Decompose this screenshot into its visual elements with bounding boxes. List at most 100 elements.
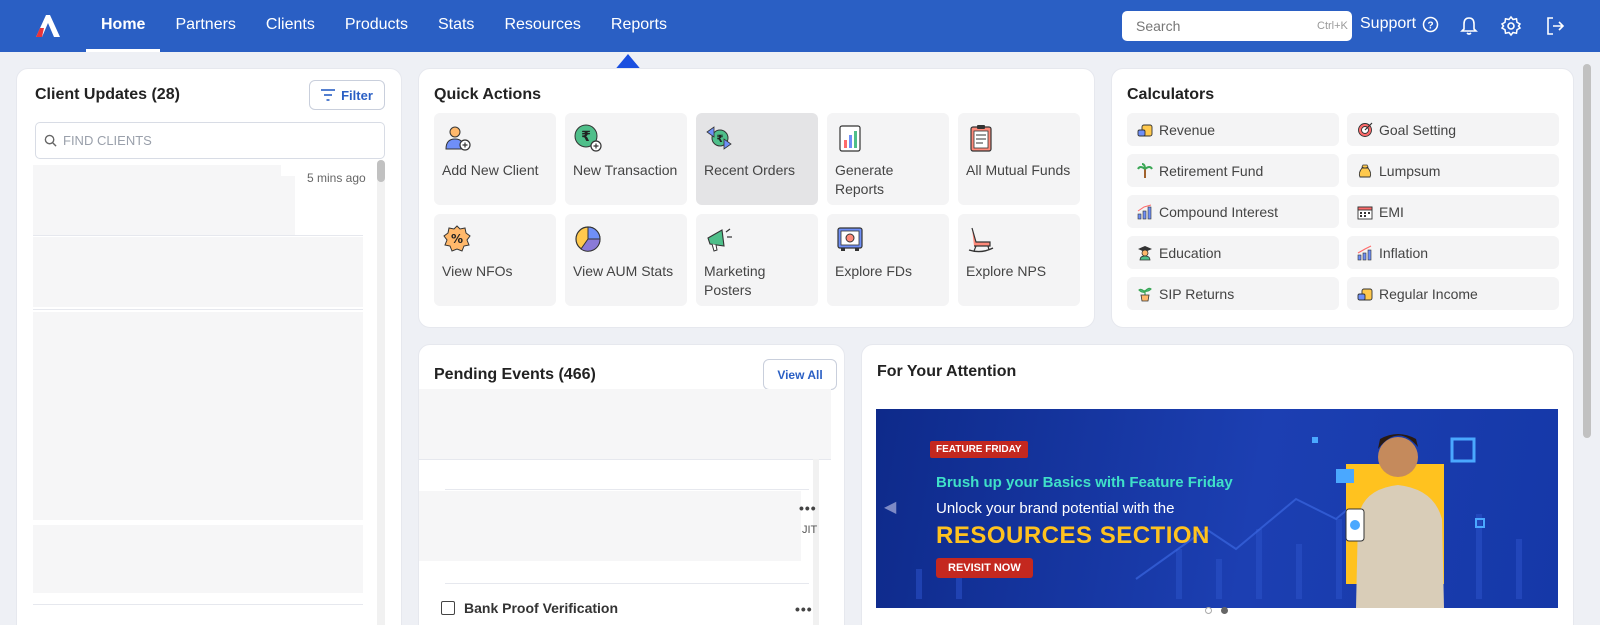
gear-icon[interactable]: [1500, 15, 1522, 37]
safe-vault-icon: [837, 227, 863, 251]
qa-add-new-client[interactable]: Add New Client: [434, 113, 556, 205]
svg-text:₹: ₹: [717, 134, 724, 145]
promo-banner[interactable]: FEATURE FRIDAY Brush up your Basics with…: [876, 409, 1558, 608]
pending-scrollbar[interactable]: [813, 459, 819, 625]
graduate-icon: [1138, 245, 1152, 260]
calc-label: Regular Income: [1379, 285, 1478, 302]
bell-icon[interactable]: [1458, 15, 1480, 37]
divider: [33, 309, 363, 310]
calc-emi[interactable]: EMI: [1347, 195, 1559, 228]
calc-goal-setting[interactable]: Goal Setting: [1347, 113, 1559, 146]
feature-friday-badge: FEATURE FRIDAY: [930, 441, 1028, 458]
event-checkbox[interactable]: [441, 601, 455, 615]
calc-regular-income[interactable]: Regular Income: [1347, 277, 1559, 310]
qa-generate-reports[interactable]: Generate Reports: [827, 113, 949, 205]
clipboard-icon: [970, 125, 992, 152]
find-clients-field[interactable]: [35, 122, 385, 159]
support-link[interactable]: Support ?: [1360, 15, 1439, 33]
exchange-money-icon: ₹: [706, 126, 732, 150]
qa-explore-nps[interactable]: Explore NPS: [958, 214, 1080, 306]
calc-label: Compound Interest: [1159, 203, 1279, 220]
qa-label: Marketing Posters: [704, 263, 766, 298]
qa-recent-orders[interactable]: ₹ Recent Orders: [696, 113, 818, 205]
calc-compound-interest[interactable]: Compound Interest: [1127, 195, 1339, 228]
qa-label: Recent Orders: [704, 162, 796, 178]
percent-badge-icon: %: [443, 225, 471, 252]
calc-inflation[interactable]: Inflation: [1347, 236, 1559, 269]
qa-all-mutual-funds[interactable]: All Mutual Funds: [958, 113, 1080, 205]
calc-retirement-fund[interactable]: Retirement Fund: [1127, 154, 1339, 187]
divider: [33, 235, 363, 236]
brand-logo[interactable]: [34, 13, 62, 37]
more-options-icon[interactable]: •••: [795, 601, 813, 617]
banner-subheadline: Unlock your brand potential with the: [936, 500, 1175, 517]
client-list-scrollbar[interactable]: [377, 160, 385, 625]
calc-lumpsum[interactable]: Lumpsum: [1347, 154, 1559, 187]
target-icon: [1358, 122, 1373, 137]
banner-emphasis: RESOURCES SECTION: [936, 522, 1210, 549]
main-nav: Home Partners Clients Products Stats Res…: [86, 0, 682, 52]
logout-icon[interactable]: [1544, 15, 1566, 37]
report-chart-icon: [839, 125, 861, 152]
nav-products[interactable]: Products: [330, 0, 423, 52]
coins-stack-icon: [1357, 288, 1373, 300]
nav-resources[interactable]: Resources: [489, 0, 595, 52]
calc-label: EMI: [1379, 203, 1404, 220]
calc-label: Inflation: [1379, 244, 1429, 261]
calc-education[interactable]: Education: [1127, 236, 1339, 269]
calc-label: Lumpsum: [1379, 162, 1441, 179]
nav-home[interactable]: Home: [86, 0, 161, 52]
qa-label: Explore FDs: [835, 263, 913, 279]
svg-text:?: ?: [1427, 20, 1433, 31]
bar-growth-icon: [1137, 204, 1152, 219]
global-search[interactable]: Ctrl+K: [1122, 11, 1352, 41]
calc-label: SIP Returns: [1159, 285, 1235, 302]
list-item[interactable]: [33, 525, 363, 593]
nav-clients[interactable]: Clients: [251, 0, 330, 52]
calc-sip-returns[interactable]: SIP Returns: [1127, 277, 1339, 310]
more-options-icon[interactable]: •••: [799, 500, 817, 516]
view-all-button[interactable]: View All: [763, 359, 837, 390]
add-user-icon: [445, 126, 471, 151]
calendar-icon: [1357, 206, 1373, 219]
client-list-scroll-thumb[interactable]: [377, 160, 385, 182]
list-item[interactable]: [33, 237, 363, 307]
pie-chart-icon: [575, 226, 601, 252]
calculators-panel: Calculators Revenue Goal Setting Retirem…: [1111, 68, 1574, 328]
revisit-now-button[interactable]: REVISIT NOW: [936, 558, 1033, 578]
nav-reports[interactable]: Reports: [596, 0, 682, 52]
pending-events-panel: Pending Events (466) View All ••• JIT Ba…: [418, 344, 845, 625]
search-icon: [44, 134, 57, 147]
client-updates-title: Client Updates (28): [35, 86, 180, 103]
palm-tree-icon: [1137, 162, 1153, 178]
qa-label: View AUM Stats: [573, 263, 674, 279]
qa-new-transaction[interactable]: ₹ New Transaction: [565, 113, 687, 205]
carousel-prev-icon[interactable]: ◀: [884, 497, 896, 517]
calc-label: Revenue: [1159, 121, 1216, 138]
support-label: Support: [1360, 15, 1417, 32]
carousel-dot-2[interactable]: [1221, 607, 1228, 614]
qa-view-aum-stats[interactable]: View AUM Stats: [565, 214, 687, 306]
pending-events-title: Pending Events (466): [434, 366, 596, 383]
nav-stats[interactable]: Stats: [423, 0, 489, 52]
page-scrollbar-thumb[interactable]: [1583, 64, 1591, 438]
top-navigation-bar: Home Partners Clients Products Stats Res…: [0, 0, 1600, 52]
nav-partners[interactable]: Partners: [160, 0, 250, 52]
divider: [445, 583, 809, 584]
search-input[interactable]: [1136, 18, 1317, 34]
search-shortcut: Ctrl+K: [1317, 20, 1348, 32]
list-item[interactable]: [33, 312, 363, 520]
qa-marketing-posters[interactable]: Marketing Posters: [696, 214, 818, 306]
qa-label: View NFOs: [442, 263, 513, 279]
qa-label: All Mutual Funds: [966, 162, 1071, 178]
list-item[interactable]: [419, 389, 831, 459]
qa-view-nfos[interactable]: % View NFOs: [434, 214, 556, 306]
carousel-dot-1[interactable]: [1205, 607, 1212, 614]
list-item-time: 5 mins ago: [307, 171, 366, 185]
list-item[interactable]: [419, 491, 801, 561]
filter-button[interactable]: Filter: [309, 80, 385, 110]
qa-explore-fds[interactable]: Explore FDs: [827, 214, 949, 306]
calc-revenue[interactable]: Revenue: [1127, 113, 1339, 146]
find-clients-input[interactable]: [63, 133, 376, 148]
quick-actions-panel: Quick Actions Add New Client ₹ New Trans…: [418, 68, 1095, 328]
